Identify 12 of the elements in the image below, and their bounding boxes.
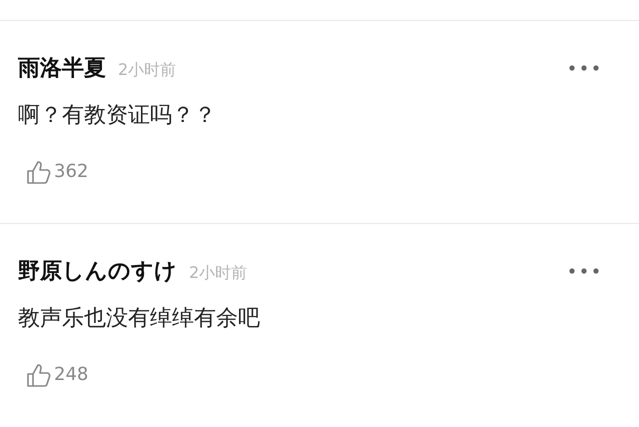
like-count: 362 xyxy=(54,160,88,184)
more-icon[interactable] xyxy=(569,65,599,71)
timestamp: 2小时前 xyxy=(118,58,176,80)
author-name[interactable]: 野原しんのすけ xyxy=(18,254,177,288)
comment-text: 教声乐也没有绰绰有余吧 xyxy=(18,305,261,333)
thumbs-up-icon[interactable] xyxy=(26,158,52,184)
more-icon[interactable] xyxy=(569,268,599,274)
timestamp: 2小时前 xyxy=(189,262,248,284)
like-count: 248 xyxy=(54,363,88,387)
author-name[interactable]: 雨洛半夏 xyxy=(18,52,106,84)
comment-text: 啊？有教资证吗？？ xyxy=(18,102,217,130)
thumbs-up-icon[interactable] xyxy=(26,362,52,388)
